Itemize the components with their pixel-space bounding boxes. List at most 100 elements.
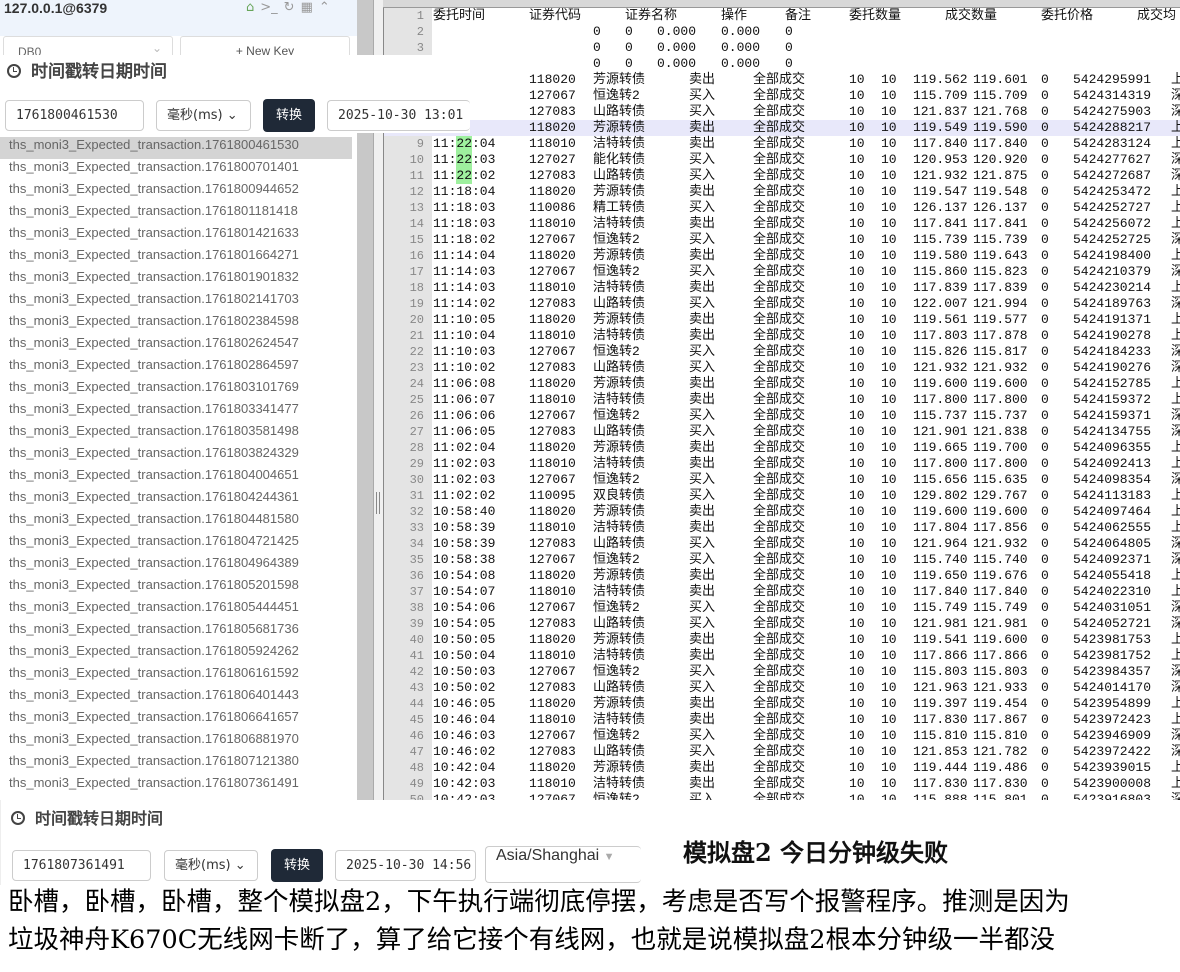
key-list-item[interactable]: ths_moni3_Expected_transaction.176180640… [0,687,357,709]
splitter-grip[interactable] [376,492,380,514]
cell-market: 上 [1171,136,1180,152]
timestamp-input[interactable]: 1761800461530 [5,100,144,131]
cell-order-qty: 10 [849,296,865,311]
cell-order-id: 5423981753 [1073,632,1152,647]
key-list-item[interactable]: ths_moni3_Expected_transaction.176180214… [0,291,357,313]
cell-order-qty: 10 [849,392,865,407]
cell-order-price: 115.656 [913,472,968,487]
key-list-item[interactable]: ths_moni3_Expected_transaction.176180334… [0,401,357,423]
key-list-item[interactable]: ths_moni3_Expected_transaction.176180568… [0,621,357,643]
cell-order-price: 115.709 [913,88,968,103]
editor-tab-strip[interactable] [383,0,1180,8]
refresh-icon[interactable]: ↻ [284,0,295,15]
cell: 0 [785,40,793,55]
cell-filled-qty: 10 [881,584,897,599]
key-list-item[interactable]: ths_moni3_Expected_transaction.176180046… [0,137,352,159]
key-list-item[interactable]: ths_moni3_Expected_transaction.176180736… [0,775,357,797]
cell-order-qty: 10 [849,776,865,791]
key-list-item[interactable]: ths_moni3_Expected_transaction.176180592… [0,643,357,665]
key-list-item[interactable]: ths_moni3_Expected_transaction.176180142… [0,225,357,247]
key-list-item[interactable]: ths_moni3_Expected_transaction.176180448… [0,511,357,533]
convert-button[interactable]: 转换 [263,99,315,132]
cell-time: 11:02:02 [433,488,496,503]
unit-select[interactable]: 毫秒(ms) ⌄ [156,100,251,131]
key-list-item[interactable]: ths_moni3_Expected_transaction.176180382… [0,445,357,467]
terminal-icon[interactable]: >_ [260,0,277,15]
cell-name: 芳源转债 [593,504,646,519]
cell-time: 10:46:05 [433,696,496,711]
text-editor[interactable]: 1234567891011121314151617181920212223242… [383,8,1180,800]
cell-order-id: 5424288217 [1073,120,1152,135]
key-list-item[interactable]: ths_moni3_Expected_transaction.176180616… [0,665,357,687]
key-list-item[interactable]: ths_moni3_Expected_transaction.176180424… [0,489,357,511]
datetime-output[interactable]: 2025-10-30 14:56 [335,850,476,881]
timestamp-input[interactable]: 1761807361491 [12,850,151,881]
cell-filled-qty: 10 [881,376,897,391]
timezone-select[interactable]: Asia/Shanghai ▼ [485,846,641,883]
cell-remark: 0 [1041,152,1049,167]
cell-order-qty: 10 [849,600,865,615]
editor-line: 0 0 0.000 0.000 0 [384,40,1180,56]
key-list-item[interactable]: ths_moni3_Expected_transaction.176180664… [0,709,357,731]
cell-order-price: 122.007 [913,296,968,311]
cell-remark: 0 [1041,472,1049,487]
grid-icon[interactable]: ▦ [301,0,313,15]
column-header: 委托数量 [849,8,902,23]
cell-action: 卖出 [689,504,716,519]
cell-code: 118020 [529,504,576,519]
cell-order-qty: 10 [849,584,865,599]
key-list-item[interactable]: ths_moni3_Expected_transaction.176180094… [0,181,357,203]
editor-line: 0 0 0.000 0.000 0 [384,24,1180,40]
datetime-output[interactable]: 2025-10-30 13:01 [327,100,470,131]
cell-time: 10:58:39 [433,536,496,551]
cell-market: 深圳A [1171,472,1180,488]
key-list-item[interactable]: ths_moni3_Expected_transaction.176180358… [0,423,357,445]
key-list-item[interactable]: ths_moni3_Expected_transaction.176180688… [0,731,357,753]
key-list-item[interactable]: ths_moni3_Expected_transaction.176180310… [0,379,357,401]
cell-order-price: 115.826 [913,344,968,359]
cell-order-id: 5424190276 [1073,360,1152,375]
cell-name: 洁特转债 [593,280,646,295]
chevron-up-icon[interactable]: ⌃ [319,0,330,15]
cell-status: 全部成交 [753,456,806,471]
key-list-item[interactable]: ths_moni3_Expected_transaction.176180262… [0,335,357,357]
key-list-item[interactable]: ths_moni3_Expected_transaction.176180070… [0,159,357,181]
cell-action: 买入 [689,200,716,215]
cell-time: 10:58:40 [433,504,496,519]
cell-time: 10:54:07 [433,584,496,599]
key-list-item[interactable]: ths_moni3_Expected_transaction.176180190… [0,269,357,291]
cell-filled-qty: 10 [881,296,897,311]
key-list-item[interactable]: ths_moni3_Expected_transaction.176180472… [0,533,357,555]
cell-order-price: 117.803 [913,328,968,343]
cell-filled-qty: 10 [881,728,897,743]
key-list-item[interactable]: ths_moni3_Expected_transaction.176180400… [0,467,357,489]
editor-line: 10:50:05 118020 芳源转债 卖出 全部成交 10 10 119.541 119.6… [384,632,1180,648]
key-list-item[interactable]: ths_moni3_Expected_transaction.176180544… [0,599,357,621]
cell-name: 芳源转债 [593,248,646,263]
cell-time: 11:02:03 [433,456,496,471]
cell-remark: 0 [1041,456,1049,471]
connection-header: 127.0.0.1@6379 ⌂ >_ ↻ ▦ ⌃ [0,0,357,36]
convert-button[interactable]: 转换 [271,849,323,882]
cell-remark: 0 [1041,712,1049,727]
cell-remark: 0 [1041,600,1049,615]
key-list-item[interactable]: ths_moni3_Expected_transaction.176180496… [0,555,357,577]
editor-line: 11:10:02 127083 山路转债 买入 全部成交 10 10 121.932 121.9… [384,360,1180,376]
cell-action: 卖出 [689,520,716,535]
cell-name: 山路转债 [593,104,646,119]
home-icon[interactable]: ⌂ [246,0,254,15]
key-list-item[interactable]: ths_moni3_Expected_transaction.176180118… [0,203,357,225]
key-list-item[interactable]: ths_moni3_Expected_transaction.176180520… [0,577,357,599]
cell-code: 127083 [529,296,576,311]
unit-select[interactable]: 毫秒(ms) ⌄ [164,850,258,881]
key-list-item[interactable]: ths_moni3_Expected_transaction.176180712… [0,753,357,775]
key-list-item[interactable]: ths_moni3_Expected_transaction.176180238… [0,313,357,335]
key-list-item[interactable]: ths_moni3_Expected_transaction.176180286… [0,357,357,379]
cell-time: 11:10:05 [433,312,496,327]
cell-filled-qty: 10 [881,360,897,375]
cell-order-price: 117.840 [913,584,968,599]
cell-order-qty: 10 [849,536,865,551]
key-list-item[interactable]: ths_moni3_Expected_transaction.176180166… [0,247,357,269]
cell-name: 洁特转债 [593,392,646,407]
column-header: 操作 [721,8,748,23]
